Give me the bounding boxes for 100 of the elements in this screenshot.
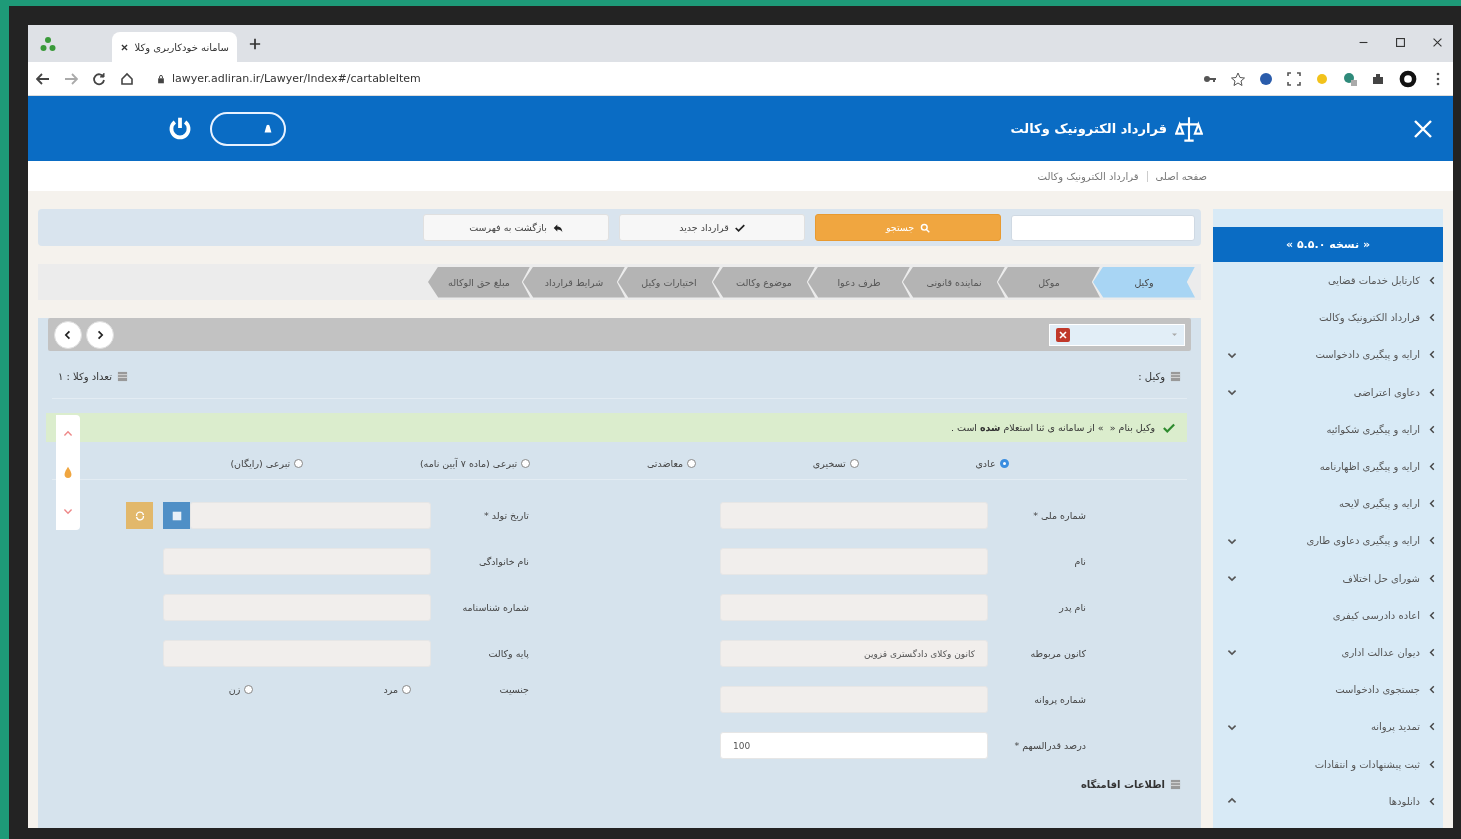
breadcrumb-link[interactable]: قرارداد الکترونیک وکالت: [1037, 170, 1148, 182]
chevron-icon: [1428, 350, 1437, 360]
field-label: کانون مربوطه: [1029, 648, 1087, 659]
search-field[interactable]: [1011, 214, 1195, 241]
notification-toggle[interactable]: [210, 111, 286, 146]
check-icon: [734, 222, 745, 233]
field-label: شماره شناسنامه: [461, 602, 530, 613]
remove-icon: [1056, 327, 1070, 342]
browser-tab[interactable]: سامانه خودکاربری وکلا: [112, 32, 237, 62]
back-to-list-button[interactable]: بازگشت به فهرست: [423, 214, 609, 241]
step-tab[interactable]: مبلغ حق الوکاله: [428, 266, 530, 298]
field-label: نام خانوادگی: [477, 556, 530, 567]
sidebar-item[interactable]: جستجوی دادخواست: [1213, 671, 1443, 709]
chevron-icon: [1428, 424, 1437, 434]
caret-icon[interactable]: [1227, 647, 1237, 658]
radio-option[interactable]: معاضدتی: [646, 458, 697, 469]
back-icon: [36, 71, 50, 86]
drop-icon: [62, 466, 74, 479]
sidebar-item[interactable]: دعاوی اعتراضی: [1213, 373, 1443, 411]
step-tab[interactable]: موضوع وکالت: [713, 266, 815, 298]
refresh-icon: [133, 509, 146, 522]
caret-icon[interactable]: [1227, 387, 1237, 398]
field-label: شماره پروانه: [1033, 694, 1087, 705]
section-label: اطلاعات اقامتگاه: [1080, 779, 1165, 790]
sidebar-item[interactable]: شورای حل اختلاف: [1213, 559, 1443, 597]
next-button[interactable]: [86, 320, 114, 349]
step-tab[interactable]: وکیل: [1093, 266, 1195, 298]
step-tab[interactable]: شرایط قرارداد: [523, 266, 625, 298]
chevron-icon: [1428, 462, 1437, 472]
list-icon: [1170, 779, 1181, 790]
step-tab[interactable]: طرف دعوا: [808, 266, 910, 298]
power-icon: [168, 115, 192, 140]
step-tab[interactable]: موکل: [998, 266, 1100, 298]
extension-icon: [1343, 71, 1357, 86]
bell-icon: [262, 122, 274, 135]
chevron-icon: [63, 506, 73, 517]
sidebar-item[interactable]: دانلودها: [1213, 782, 1443, 820]
new-tab-icon: [249, 38, 261, 50]
reload-icon: [92, 71, 106, 86]
maximize-icon: [1395, 37, 1406, 48]
sidebar-item[interactable]: ارایه و پیگیری اظهارنامه: [1213, 447, 1443, 486]
version-bar: « نسخه ۵.۵.۰ »: [1213, 227, 1443, 262]
reply-icon: [552, 222, 563, 233]
sidebar-item[interactable]: قرارداد الکترونیک وکالت: [1213, 299, 1443, 337]
sidebar-item[interactable]: کارتابل خدمات قضایی: [1213, 262, 1443, 300]
previous-button[interactable]: [54, 320, 82, 349]
url-text[interactable]: lawyer.adliran.ir/Lawyer/Index#/cartableItem: [172, 72, 421, 85]
radio-option[interactable]: زن: [228, 684, 254, 695]
field-label: تاریخ تولد *: [482, 510, 530, 521]
chevron-icon: [1428, 647, 1437, 657]
sidebar-item[interactable]: ارایه و پیگیری دادخواست: [1213, 336, 1443, 374]
calendar-icon: [170, 509, 183, 522]
close-icon: [1413, 118, 1433, 139]
extension-icon: [1315, 71, 1329, 86]
field-label: نام: [1073, 556, 1087, 567]
sidebar-item[interactable]: تمدید پروانه: [1213, 708, 1443, 746]
field-label: پایه وکالت: [487, 648, 530, 659]
sidebar-item[interactable]: ارایه و پیگیری لایحه: [1213, 485, 1443, 523]
forward-icon: [64, 71, 78, 86]
close-icon: [120, 42, 129, 52]
radio-option[interactable]: تبرعی (رایگان): [230, 458, 304, 469]
screenshot-icon: [1287, 71, 1301, 86]
field-label: نام پدر: [1058, 602, 1087, 613]
field-label: جنسیت: [498, 684, 530, 695]
radio-option[interactable]: مرد: [383, 684, 411, 695]
lock-icon: [156, 73, 166, 84]
page-title: قرارداد الکترونیک وکالت: [1010, 121, 1167, 136]
search-icon: [920, 222, 931, 233]
breadcrumb-link[interactable]: صفحه اصلی: [1155, 170, 1207, 182]
chevron-icon: [63, 329, 73, 340]
sidebar-item[interactable]: ارایه و پیگیری دعاوی طاری: [1213, 522, 1443, 560]
field-label: شماره ملی *: [1032, 510, 1087, 521]
sidebar-item[interactable]: اعاده دادرسی کیفری: [1213, 596, 1443, 634]
new-contract-button[interactable]: قرارداد جدید: [619, 214, 805, 241]
step-tab[interactable]: نماینده قانونی: [903, 266, 1005, 298]
lawyer-select[interactable]: [1049, 323, 1185, 346]
chevron-icon: [1428, 685, 1437, 695]
radio-option[interactable]: تبرعی (ماده ۷ آیین نامه): [419, 458, 531, 469]
sidebar-item[interactable]: دیوان عدالت اداری: [1213, 633, 1443, 672]
star-icon: [1231, 71, 1245, 86]
step-tab[interactable]: اختیارات وکیل: [618, 266, 720, 298]
caret-icon: [1171, 331, 1178, 338]
input-field[interactable]: 100: [720, 732, 988, 759]
calendar-button[interactable]: [163, 502, 190, 529]
app-icon: [40, 36, 56, 52]
field-label: درصد قدرالسهم *: [1013, 740, 1087, 751]
extension-icon: [1259, 71, 1273, 86]
sidebar-item[interactable]: ثبت پیشنهادات و انتقادات: [1213, 745, 1443, 783]
puzzle-icon: [1371, 71, 1385, 86]
radio-option[interactable]: عادی: [975, 458, 1009, 469]
list-icon: [1170, 371, 1181, 382]
chevron-icon: [1428, 387, 1437, 397]
home-icon: [120, 71, 134, 86]
chevron-icon: [1428, 536, 1437, 546]
chevron-icon: [1428, 313, 1437, 323]
caret-icon[interactable]: [1227, 573, 1237, 584]
chevron-icon: [95, 329, 105, 340]
sidebar-item[interactable]: ارایه و پیگیری شکوائیه: [1213, 410, 1443, 448]
radio-option[interactable]: تسخیری: [812, 458, 859, 469]
chevron-icon: [1428, 276, 1437, 286]
